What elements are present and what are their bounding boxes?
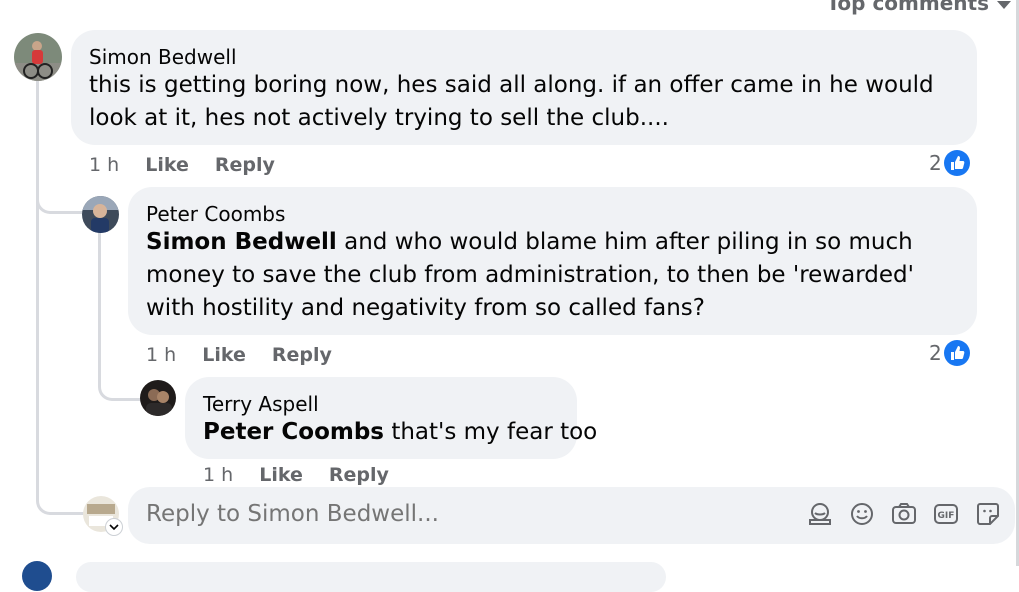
comment-body: this is getting boring now, hes said all… — [89, 72, 934, 131]
comment-meta: 1 h Like Reply — [146, 344, 332, 366]
comment-author[interactable]: Terry Aspell — [203, 392, 319, 416]
comment-body: that's my fear too — [384, 419, 598, 445]
chevron-down-icon[interactable] — [105, 518, 123, 536]
avatar-sticker-icon[interactable] — [806, 500, 834, 528]
mention-link[interactable]: Simon Bedwell — [146, 229, 337, 255]
reply-button[interactable]: Reply — [329, 464, 389, 486]
reply-button[interactable]: Reply — [272, 344, 332, 366]
comment-time[interactable]: 1 h — [203, 464, 233, 486]
comment-author[interactable]: Simon Bedwell — [89, 45, 237, 69]
reaction-summary[interactable]: 2 — [929, 150, 970, 176]
avatar[interactable] — [82, 196, 119, 233]
thumbs-up-icon — [943, 150, 970, 176]
comment-time[interactable]: 1 h — [89, 154, 119, 176]
comment-time[interactable]: 1 h — [146, 344, 176, 366]
sort-comments-button[interactable]: Top comments — [826, 0, 1011, 15]
reaction-count: 2 — [929, 151, 942, 175]
reply-button[interactable]: Reply — [215, 154, 275, 176]
next-comment-edge — [0, 560, 1019, 592]
emoji-icon[interactable] — [848, 500, 876, 528]
camera-icon[interactable] — [890, 500, 918, 528]
comment-text: Simon Bedwell and who would blame him af… — [146, 226, 961, 325]
thumbs-up-icon — [943, 340, 970, 366]
mention-link[interactable]: Peter Coombs — [203, 419, 384, 445]
comment-meta: 1 h Like Reply — [203, 464, 389, 486]
reply-composer[interactable]: GIF — [128, 487, 1015, 544]
gif-icon[interactable]: GIF — [932, 500, 960, 528]
reaction-summary[interactable]: 2 — [929, 340, 970, 366]
thread-line — [36, 200, 85, 515]
like-button[interactable]: Like — [145, 154, 189, 176]
chevron-down-icon — [997, 1, 1011, 9]
reply-input[interactable] — [146, 501, 706, 527]
sort-label: Top comments — [826, 0, 989, 15]
svg-text:GIF: GIF — [938, 511, 955, 521]
comment-text: Peter Coombs that's my fear too — [203, 416, 597, 449]
current-user-avatar[interactable] — [83, 496, 123, 536]
comment-author[interactable]: Peter Coombs — [146, 202, 285, 226]
avatar[interactable] — [140, 380, 176, 416]
avatar[interactable] — [14, 33, 62, 81]
sticker-icon[interactable] — [974, 500, 1002, 528]
like-button[interactable]: Like — [202, 344, 246, 366]
comment-text: this is getting boring now, hes said all… — [89, 69, 959, 135]
like-button[interactable]: Like — [259, 464, 303, 486]
comment-meta: 1 h Like Reply — [89, 154, 275, 176]
reaction-count: 2 — [929, 341, 942, 365]
